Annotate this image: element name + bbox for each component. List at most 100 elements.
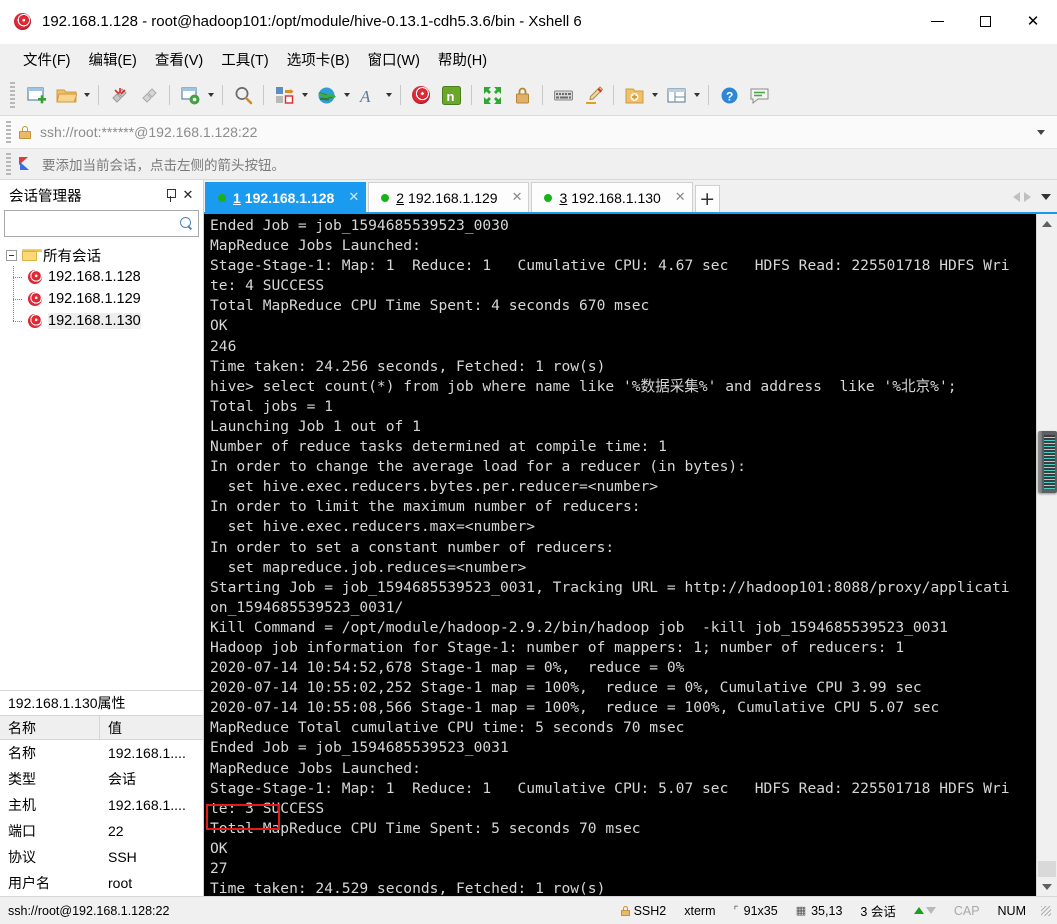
close-panel-button[interactable]: ✕	[179, 184, 197, 206]
table-row[interactable]: 用户名 root	[0, 870, 203, 896]
search-icon[interactable]	[180, 217, 193, 230]
tab-session-129[interactable]: 2 192.168.1.129 ✕	[368, 182, 530, 212]
terminal-line: Stage-Stage-1: Map: 1 Reduce: 1 Cumulati…	[210, 779, 1010, 797]
scroll-track[interactable]	[1037, 233, 1057, 861]
tree-line	[13, 299, 23, 300]
terminal-line: te: 3 SUCCESS	[210, 799, 325, 817]
help-icon[interactable]: ?	[714, 80, 744, 110]
layout-dropdown-icon[interactable]	[691, 80, 703, 110]
terminal-line: 2020-07-14 10:54:52,678 Stage-1 map = 0%…	[210, 659, 685, 677]
font-dropdown-icon[interactable]	[383, 80, 395, 110]
sidebar-item-session-129[interactable]: 192.168.1.129	[0, 288, 203, 310]
globe-dropdown-icon[interactable]	[341, 80, 353, 110]
close-icon[interactable]: ✕	[675, 190, 686, 205]
pin-panel-button[interactable]	[161, 184, 179, 206]
address-input[interactable]: ssh://root:******@192.168.1.128:22	[40, 124, 257, 140]
find-icon[interactable]	[228, 80, 258, 110]
menu-tabs[interactable]: 选项卡(B)	[278, 46, 359, 73]
globe-icon[interactable]	[311, 80, 341, 110]
close-button[interactable]: ✕	[1009, 0, 1057, 44]
terminal-output[interactable]: Ended Job = job_1594685539523_0030 MapRed…	[204, 214, 1036, 896]
tab-session-128[interactable]: 1 192.168.1.128 ✕	[205, 182, 367, 212]
lock-icon	[620, 905, 630, 916]
highlight-icon[interactable]	[578, 80, 608, 110]
new-session-icon[interactable]	[21, 80, 51, 110]
add-folder-dropdown-icon[interactable]	[649, 80, 661, 110]
menu-file[interactable]: 文件(F)	[14, 46, 80, 73]
close-icon[interactable]: ✕	[348, 190, 359, 205]
xftp-icon[interactable]: n	[436, 80, 466, 110]
keyboard-icon[interactable]	[548, 80, 578, 110]
toolbar-grip[interactable]	[10, 82, 15, 108]
menu-view[interactable]: 查看(V)	[146, 46, 212, 73]
scroll-up-button[interactable]	[1037, 214, 1057, 233]
sidebar-item-session-130[interactable]: 192.168.1.130	[0, 310, 203, 332]
font-icon[interactable]: A	[353, 80, 383, 110]
session-properties-dropdown-icon[interactable]	[205, 80, 217, 110]
chevron-right-icon[interactable]	[1024, 192, 1031, 202]
expand-collapse-icon[interactable]	[6, 249, 17, 261]
feedback-icon[interactable]	[744, 80, 774, 110]
terminal-line: MapReduce Jobs Launched:	[210, 759, 421, 777]
table-row[interactable]: 协议 SSH	[0, 844, 203, 870]
menu-help[interactable]: 帮助(H)	[429, 46, 496, 73]
menu-tools[interactable]: 工具(T)	[212, 46, 278, 73]
menu-window[interactable]: 窗口(W)	[359, 46, 429, 73]
chevron-down-icon[interactable]	[1037, 129, 1045, 135]
status-terminal-type: xterm	[684, 903, 716, 918]
tree-root-label: 所有会话	[43, 248, 101, 265]
new-tab-button[interactable]: +	[694, 185, 720, 212]
address-bar-grip[interactable]	[6, 121, 11, 143]
address-bar[interactable]: ssh://root:******@192.168.1.128:22	[0, 116, 1057, 149]
menu-edit[interactable]: 编辑(E)	[80, 46, 146, 73]
tab-label: 192.168.1.128	[244, 189, 335, 206]
terminal-line: 27	[210, 860, 228, 877]
scroll-thumb[interactable]	[1038, 431, 1057, 493]
tab-session-130[interactable]: 3 192.168.1.130 ✕	[531, 182, 693, 212]
scroll-thumb-texture	[1044, 435, 1055, 489]
terminal-line: In order to set a constant number of red…	[210, 538, 615, 556]
disconnect-icon[interactable]	[104, 80, 134, 110]
session-icon	[28, 314, 42, 328]
properties-title: 192.168.1.130属性	[0, 690, 203, 715]
table-row[interactable]: 端口 22	[0, 818, 203, 844]
table-row[interactable]: 名称 192.168.1....	[0, 740, 203, 766]
xshell-icon[interactable]	[406, 80, 436, 110]
terminal-line: Hadoop job information for Stage-1: numb…	[210, 638, 905, 656]
chevron-left-icon[interactable]	[1013, 192, 1020, 202]
sidebar-item-session-128[interactable]: 192.168.1.128	[0, 266, 203, 288]
table-row[interactable]: 主机 192.168.1....	[0, 792, 203, 818]
connected-status-icon	[218, 193, 226, 202]
menu-bar: 文件(F) 编辑(E) 查看(V) 工具(T) 选项卡(B) 窗口(W) 帮助(…	[0, 44, 1057, 75]
transfer-file-icon[interactable]	[269, 80, 299, 110]
layout-icon[interactable]	[661, 80, 691, 110]
status-right-group: SSH2 xterm ⌜ 91x35 ▦ 35,13 3 会话 CAP NUM	[612, 901, 1057, 920]
hint-bar-grip[interactable]	[6, 153, 11, 175]
scroll-down-button[interactable]	[1037, 877, 1057, 896]
toolbar-separator	[263, 85, 264, 105]
tree-root-all-sessions[interactable]: 所有会话	[0, 244, 203, 266]
folder-icon	[22, 249, 42, 261]
session-label: 192.168.1.130	[48, 313, 141, 329]
maximize-button[interactable]	[961, 0, 1009, 44]
add-folder-icon[interactable]	[619, 80, 649, 110]
toolbar-separator	[98, 85, 99, 105]
toolbar-separator	[708, 85, 709, 105]
session-search-input[interactable]	[4, 210, 199, 237]
tab-list-chevron-down-icon[interactable]	[1041, 194, 1051, 200]
session-properties-icon[interactable]	[175, 80, 205, 110]
open-folder-dropdown-icon[interactable]	[81, 80, 93, 110]
arrow-down-icon	[925, 907, 936, 914]
resize-grip-icon[interactable]	[1041, 905, 1051, 916]
fullscreen-icon[interactable]	[477, 80, 507, 110]
minimize-button[interactable]	[913, 0, 961, 44]
property-name: 主机	[8, 797, 36, 813]
close-icon[interactable]: ✕	[512, 190, 523, 205]
table-row[interactable]: 类型 会话	[0, 766, 203, 792]
lock-icon[interactable]	[507, 80, 537, 110]
reconnect-icon[interactable]	[134, 80, 164, 110]
transfer-file-dropdown-icon[interactable]	[299, 80, 311, 110]
terminal-scrollbar[interactable]	[1036, 214, 1057, 896]
terminal-line: MapReduce Total cumulative CPU time: 5 s…	[210, 719, 685, 737]
open-folder-icon[interactable]	[51, 80, 81, 110]
